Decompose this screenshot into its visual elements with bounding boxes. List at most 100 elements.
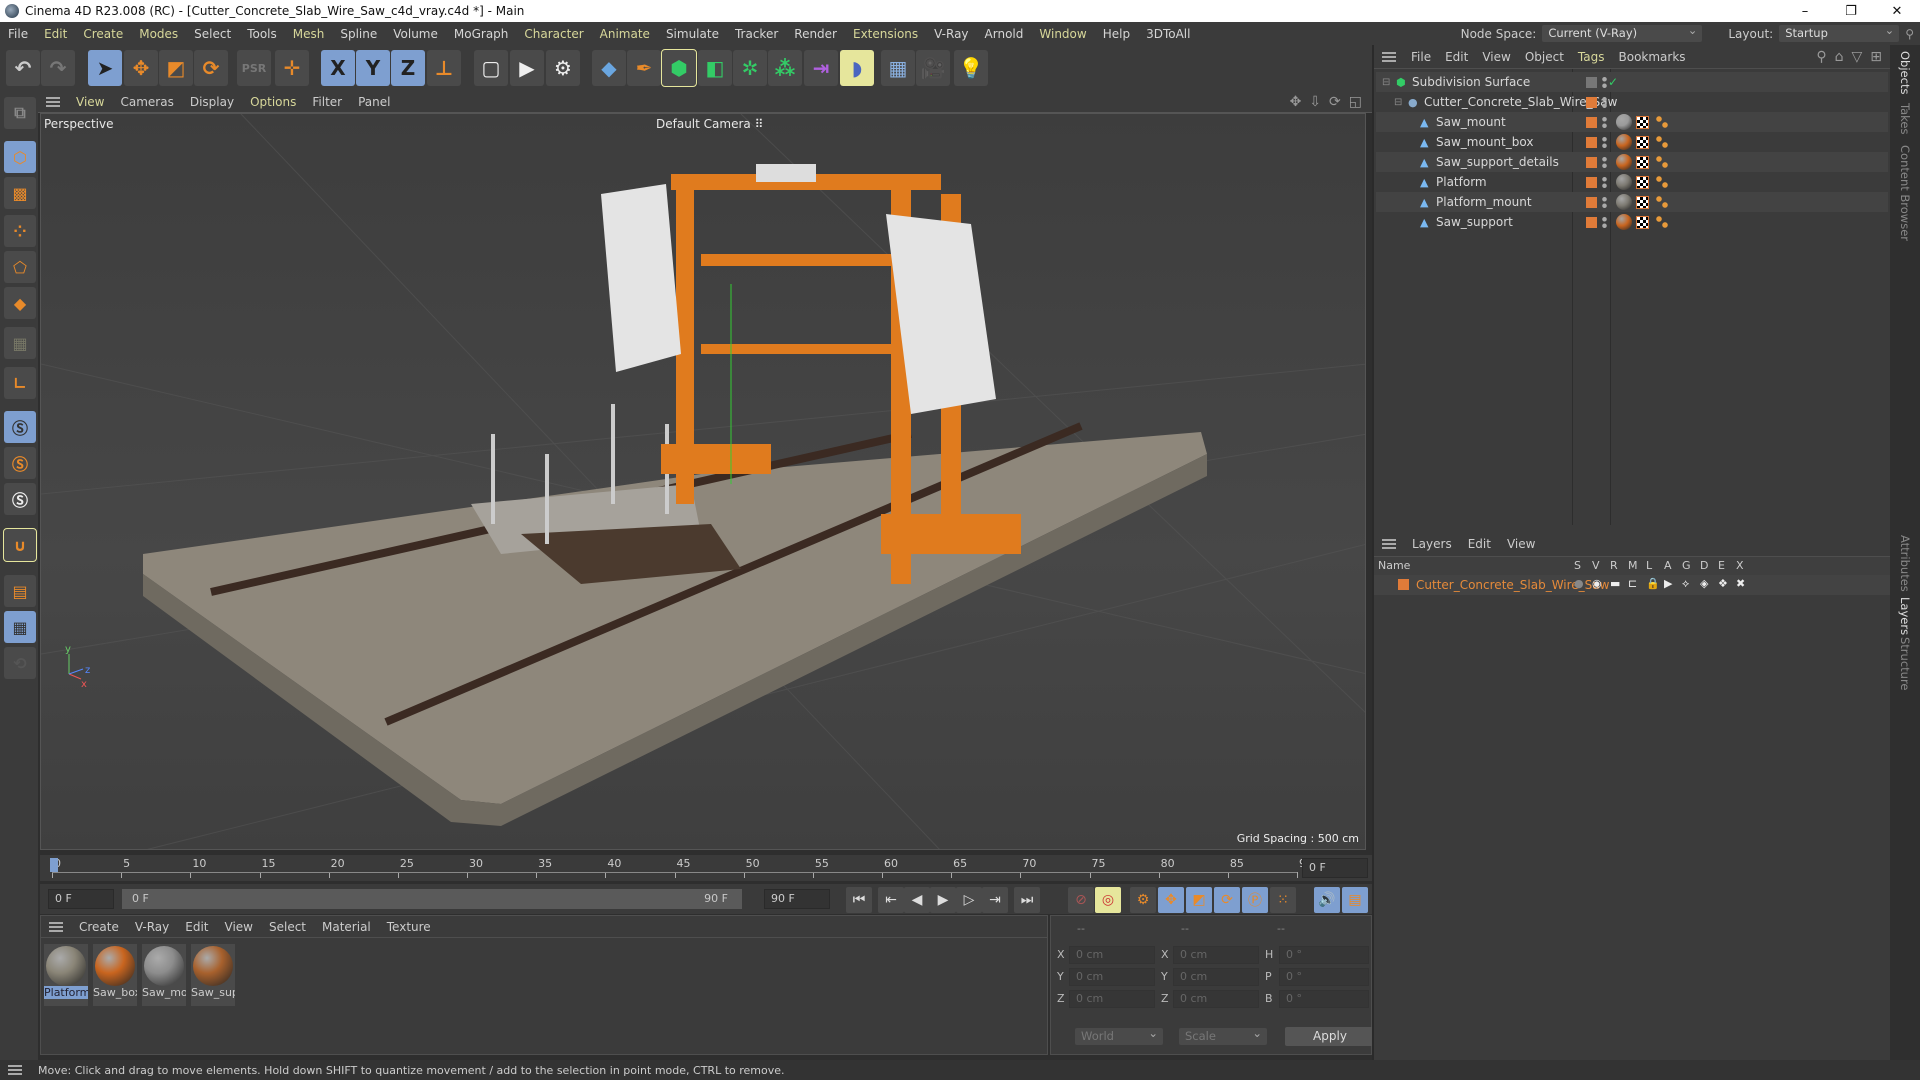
move-tool-icon[interactable]: ✥ [124, 50, 158, 86]
layer-menu-view[interactable]: View [1499, 537, 1543, 551]
size-field[interactable]: 0 cm [1173, 990, 1259, 1008]
camera-icon[interactable]: 🎥 [916, 50, 950, 86]
rotation-field[interactable]: 0 ° [1279, 946, 1369, 964]
extrude-icon[interactable]: ◧ [698, 50, 732, 86]
z-axis-lock-icon[interactable]: Z [391, 50, 425, 86]
go-to-start-icon[interactable]: ⏮ [846, 887, 872, 913]
deformer-icon[interactable]: ◗ [840, 50, 874, 86]
object-row[interactable]: ▲ Saw_mount [1376, 112, 1888, 132]
collapse-toggle-icon[interactable]: ⊟ [1382, 77, 1390, 88]
uvw-tag-icon[interactable] [1636, 175, 1649, 189]
uvw-tag-icon[interactable] [1636, 195, 1649, 209]
material-menu-create[interactable]: Create [71, 920, 127, 934]
coordinate-mode-dropdown[interactable]: Scale [1179, 1025, 1267, 1045]
model-mode-icon[interactable]: ⬡ [4, 141, 36, 173]
key-scale-icon[interactable]: ◩ [1186, 887, 1212, 913]
layout-dropdown[interactable]: Startup [1779, 22, 1900, 42]
object-menu-hamburger-icon[interactable] [1382, 51, 1396, 62]
status-menu-hamburger-icon[interactable] [8, 1065, 22, 1075]
x-axis-lock-icon[interactable]: X [321, 50, 355, 86]
material-menu-select[interactable]: Select [261, 920, 314, 934]
close-button[interactable]: ✕ [1874, 4, 1920, 19]
object-menu-edit[interactable]: Edit [1438, 50, 1475, 64]
keyframe-selection-icon[interactable]: ⚙ [1130, 887, 1156, 913]
material-swatch[interactable]: Saw_box [93, 944, 137, 1006]
object-menu-file[interactable]: File [1404, 50, 1438, 64]
viewport-menu-hamburger-icon[interactable] [46, 96, 60, 107]
texture-mode-icon[interactable]: ▩ [4, 177, 36, 209]
visibility-dots[interactable] [1602, 175, 1607, 189]
object-row[interactable]: ▲ Platform_mount [1376, 192, 1888, 212]
next-key-icon[interactable]: ⇥ [982, 887, 1008, 913]
render-settings-icon[interactable]: ⚙ [546, 50, 580, 86]
floor-icon[interactable]: ▦ [881, 50, 915, 86]
menu-edit[interactable]: Edit [36, 27, 75, 41]
material-menu-hamburger-icon[interactable] [49, 921, 63, 932]
uv-mode-icon[interactable]: ▦ [4, 327, 36, 359]
new-panel-icon[interactable]: ⊞ [1870, 49, 1882, 65]
coordinate-system-icon[interactable]: ⊥ [427, 50, 461, 86]
symmetry-icon[interactable]: ⇥ [804, 50, 838, 86]
restore-button[interactable]: ❐ [1828, 4, 1874, 19]
position-field[interactable]: 0 cm [1069, 990, 1155, 1008]
pan-icon[interactable]: ✥ [1290, 94, 1302, 110]
material-swatch[interactable]: Platform [44, 944, 88, 1006]
menu-select[interactable]: Select [186, 27, 239, 41]
render-picture-viewer-icon[interactable]: ▶ [510, 50, 544, 86]
key-point-level-icon[interactable]: ⁙ [1270, 887, 1296, 913]
menu-modes[interactable]: Modes [131, 27, 186, 41]
enabled-check-icon[interactable]: ✓ [1608, 75, 1618, 89]
tab-takes[interactable]: Takes [1898, 103, 1912, 135]
layer-column-header[interactable]: L [1646, 559, 1652, 572]
size-field[interactable]: 0 cm [1173, 946, 1259, 964]
make-editable-icon[interactable]: ⧉ [4, 97, 36, 129]
lock-icon[interactable]: 🔒 [1646, 577, 1660, 590]
tab-layers[interactable]: Layers [1898, 597, 1912, 635]
playhead[interactable] [50, 858, 58, 872]
snap-icon[interactable]: ∪ [3, 528, 37, 562]
current-frame-field[interactable]: 0 F [1302, 858, 1368, 878]
deformer-icon[interactable]: ◈ [1700, 577, 1708, 590]
scale-tool-icon[interactable]: ◩ [159, 50, 193, 86]
filter-icon[interactable]: ▽ [1851, 49, 1862, 65]
position-field[interactable]: 0 cm [1069, 946, 1155, 964]
vray-tag-icon[interactable] [1656, 196, 1668, 208]
light-icon[interactable]: 💡 [954, 50, 988, 86]
film-strip-icon[interactable]: ▤ [1342, 887, 1368, 913]
object-row[interactable]: ⊟ ⬢ Subdivision Surface ✓ [1376, 72, 1888, 92]
layer-column-header[interactable]: D [1700, 559, 1708, 572]
layer-menu-edit[interactable]: Edit [1460, 537, 1499, 551]
manager-icon[interactable]: ⊏ [1628, 577, 1637, 590]
object-name[interactable]: Platform [1436, 175, 1487, 189]
polygons-mode-icon[interactable]: ◆ [4, 287, 36, 319]
key-position-icon[interactable]: ✥ [1158, 887, 1184, 913]
start-frame-field[interactable]: 0 F [48, 889, 114, 909]
menu-create[interactable]: Create [75, 27, 131, 41]
layer-chip[interactable] [1586, 156, 1597, 168]
visibility-dots[interactable] [1602, 75, 1607, 89]
material-swatch[interactable]: Saw_mo [142, 944, 186, 1006]
object-name[interactable]: Saw_support_details [1436, 155, 1559, 169]
tab-attributes[interactable]: Attributes [1898, 535, 1912, 592]
menu-character[interactable]: Character [516, 27, 591, 41]
tab-content-browser[interactable]: Content Browser [1898, 145, 1912, 241]
object-menu-view[interactable]: View [1475, 50, 1517, 64]
menu-spline[interactable]: Spline [332, 27, 385, 41]
layer-chip[interactable] [1586, 76, 1597, 88]
visibility-dots[interactable] [1602, 215, 1607, 229]
vray-tag-icon[interactable] [1656, 136, 1668, 148]
visibility-dots[interactable] [1602, 95, 1607, 109]
viewport-menu-panel[interactable]: Panel [350, 95, 398, 109]
material-tag-icon[interactable] [1616, 154, 1632, 170]
menu-mograph[interactable]: MoGraph [446, 27, 517, 41]
uvw-tag-icon[interactable] [1636, 115, 1649, 129]
previous-frame-icon[interactable]: ◀ [904, 887, 930, 913]
object-row[interactable]: ▲ Saw_support [1376, 212, 1888, 232]
visibility-dots[interactable] [1602, 135, 1607, 149]
menu-tracker[interactable]: Tracker [727, 27, 786, 41]
visibility-dots[interactable] [1602, 155, 1607, 169]
key-parameter-icon[interactable]: Ⓟ [1242, 887, 1268, 913]
workplane-sync-icon[interactable]: ⟲ [4, 647, 36, 679]
uvw-tag-icon[interactable] [1636, 215, 1649, 229]
minimize-button[interactable]: – [1782, 4, 1828, 19]
